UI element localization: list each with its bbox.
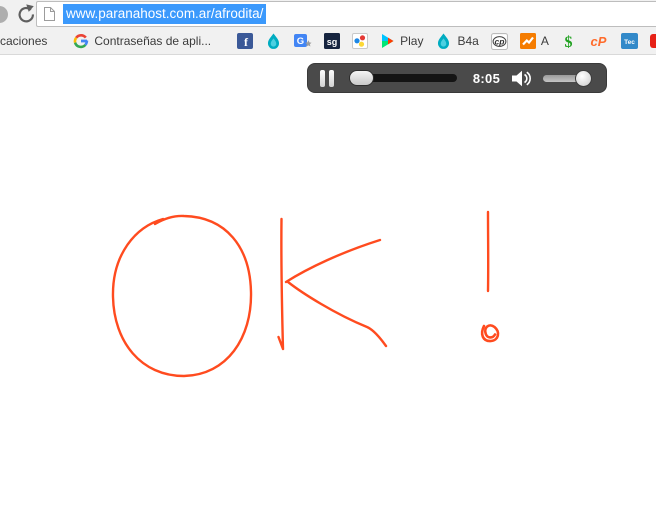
bookmark-label: A: [541, 34, 549, 48]
cp-document-icon: cp: [491, 33, 508, 50]
time-display: 8:05: [470, 71, 503, 86]
bookmark-item-contrasenas[interactable]: Contraseñas de apli...: [67, 28, 217, 54]
bookmarks-bar: caciones Contraseñas de apli... f: [0, 28, 656, 55]
volume-thumb[interactable]: [575, 70, 592, 87]
reload-button[interactable]: [15, 4, 35, 24]
sg-badge-icon: sg: [324, 33, 340, 49]
pause-bar: [320, 70, 325, 87]
color-palette-icon: [352, 33, 368, 49]
google-play-icon: [380, 33, 395, 49]
volume-icon[interactable]: [511, 70, 533, 87]
forward-button[interactable]: [0, 6, 8, 23]
svg-text:sg: sg: [327, 37, 338, 47]
drawn-letter-k-stem: [279, 219, 284, 349]
tec-badge-icon: Tec: [621, 33, 638, 49]
facebook-icon: f: [237, 33, 253, 49]
bookmark-label: B4a: [457, 34, 478, 48]
bookmark-item-analytics[interactable]: A: [514, 28, 555, 54]
flame-icon: [265, 33, 282, 50]
dollar-icon: $: [561, 33, 576, 50]
bookmark-item-cp-doc[interactable]: cp: [485, 28, 514, 54]
flame-icon: [435, 33, 452, 50]
drawn-exclamation-dot: [482, 325, 498, 341]
bookmark-item-sg[interactable]: sg: [318, 28, 346, 54]
bookmark-item-cpanel[interactable]: cP: [582, 28, 615, 54]
page-icon: [43, 6, 56, 22]
volume-slider[interactable]: [543, 75, 589, 82]
svg-text:cp: cp: [494, 36, 504, 46]
bookmark-item-facebook[interactable]: f: [231, 28, 259, 54]
bookmark-item-youtube[interactable]: [644, 28, 656, 54]
audio-player: 8:05: [307, 63, 607, 93]
svg-text:cP: cP: [590, 34, 606, 49]
bookmark-label: Play: [400, 34, 423, 48]
url-text[interactable]: www.paranahost.com.ar/afrodita/: [63, 4, 266, 24]
cpanel-icon: cP: [588, 33, 609, 49]
google-g-icon: [73, 33, 89, 49]
analytics-icon: [520, 33, 536, 49]
google-translate-icon: G: [294, 33, 312, 49]
svg-text:Tec: Tec: [624, 39, 635, 46]
bookmark-item-tec[interactable]: Tec: [615, 28, 644, 54]
bookmark-label: Contraseñas de apli...: [94, 34, 211, 48]
bookmark-item-truncated[interactable]: caciones: [0, 28, 53, 54]
bookmark-item-translate[interactable]: G: [288, 28, 318, 54]
bookmark-item-dollar[interactable]: $: [555, 28, 582, 54]
bookmark-item-play[interactable]: Play: [374, 28, 429, 54]
browser-toolbar: www.paranahost.com.ar/afrodita/: [0, 0, 656, 28]
bookmark-item-palette[interactable]: [346, 28, 374, 54]
svg-text:G: G: [297, 36, 304, 47]
address-bar[interactable]: www.paranahost.com.ar/afrodita/: [36, 1, 656, 27]
drawn-letter-k-upper-arm: [286, 240, 380, 282]
youtube-icon: [650, 34, 656, 48]
pause-bar: [329, 70, 334, 87]
seek-bar[interactable]: [349, 74, 457, 82]
pause-button[interactable]: [320, 70, 334, 87]
browser-window: www.paranahost.com.ar/afrodita/ caciones…: [0, 0, 656, 510]
bookmark-item-b4a[interactable]: B4a: [429, 28, 484, 54]
bookmark-label: caciones: [0, 34, 47, 48]
seek-thumb[interactable]: [349, 70, 374, 86]
bookmark-item-b4x[interactable]: [259, 28, 288, 54]
drawn-letter-k-lower-arm: [288, 282, 386, 346]
drawn-letter-o: [113, 216, 251, 376]
svg-text:$: $: [564, 34, 572, 50]
